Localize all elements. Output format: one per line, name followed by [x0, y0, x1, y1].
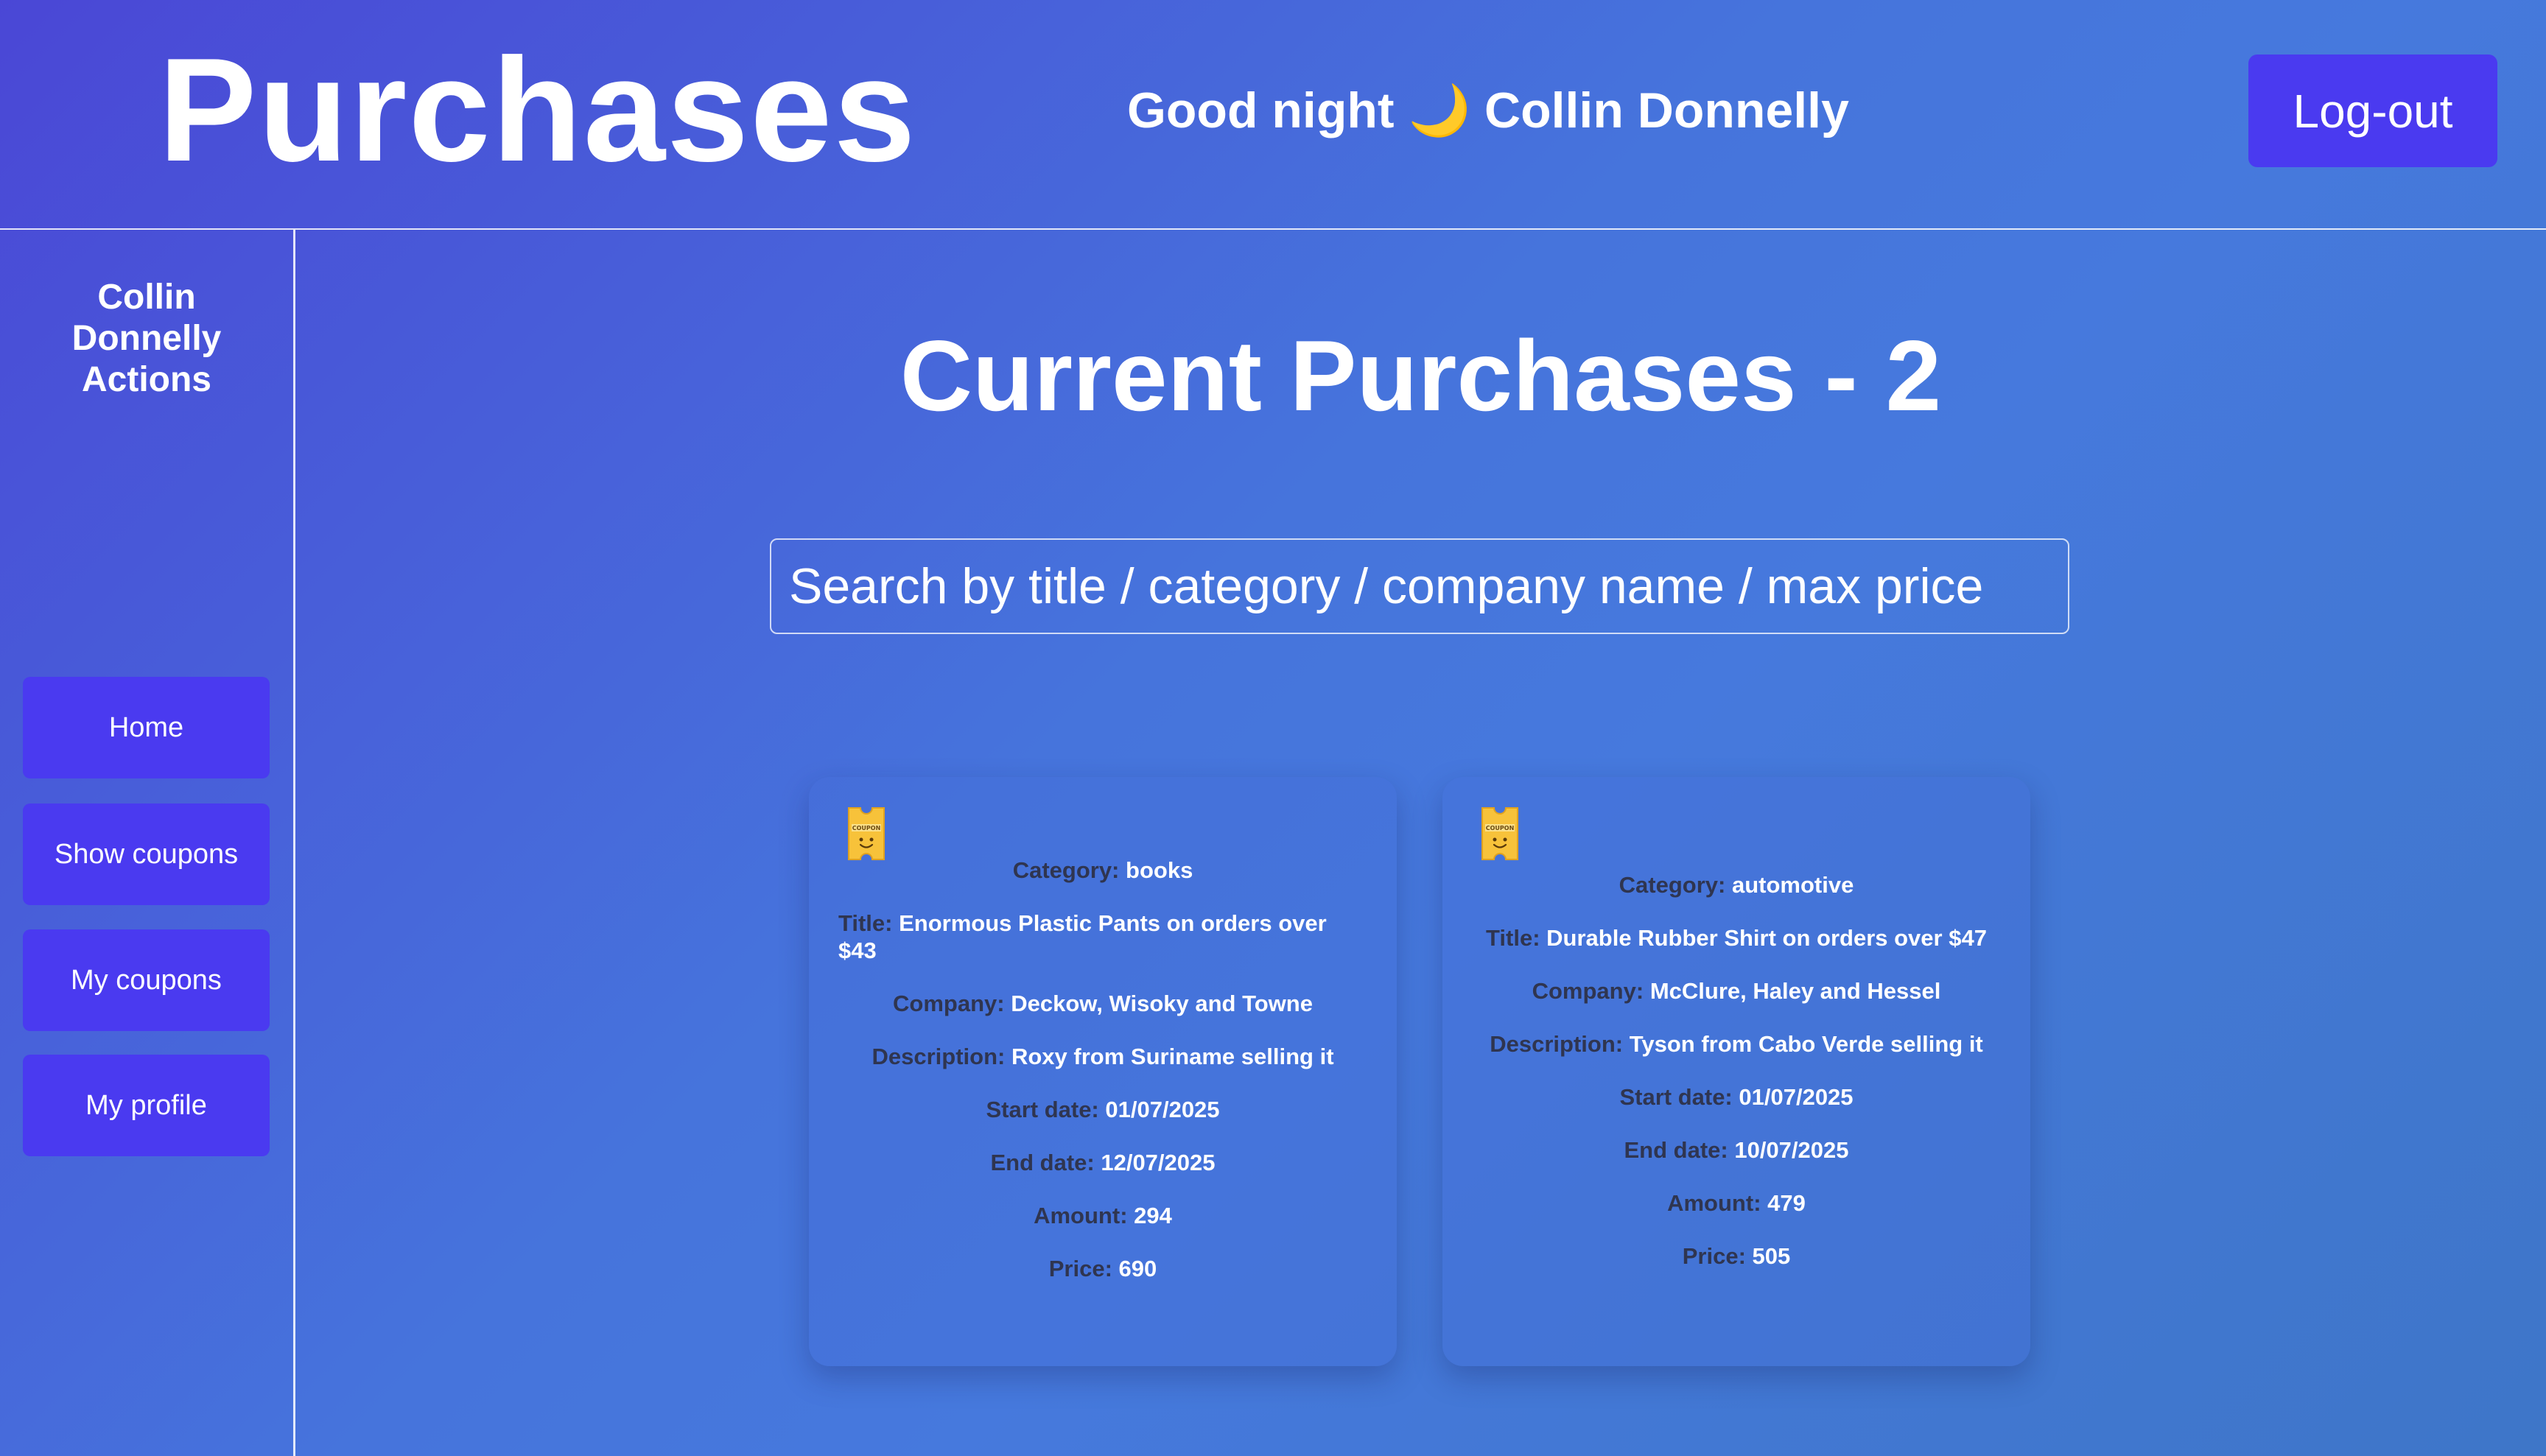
- page-title: Purchases: [158, 28, 917, 192]
- coupon-company: Company: McClure, Haley and Hessel: [1532, 978, 1941, 1004]
- logout-button[interactable]: Log-out: [2248, 54, 2497, 167]
- sidebar-item-my-coupons[interactable]: My coupons: [23, 929, 270, 1031]
- svg-text:COUPON: COUPON: [1486, 825, 1515, 831]
- svg-text:COUPON: COUPON: [852, 825, 881, 831]
- coupon-category: Category: automotive: [1619, 872, 1854, 898]
- coupon-amount: Amount: 294: [1034, 1203, 1172, 1228]
- coupon-card: COUPON Category: books Title: Enormous P…: [809, 777, 1397, 1366]
- sidebar-item-show-coupons[interactable]: Show coupons: [23, 803, 270, 905]
- coupon-fields: Category: books Title: Enormous Plastic …: [838, 857, 1367, 1308]
- coupon-fields: Category: automotive Title: Durable Rubb…: [1472, 871, 2001, 1295]
- coupon-amount: Amount: 479: [1667, 1190, 1806, 1216]
- coupon-icon: COUPON: [848, 807, 885, 860]
- coupon-start-date: Start date: 01/07/2025: [1619, 1084, 1854, 1110]
- coupon-end-date: End date: 10/07/2025: [1624, 1137, 1849, 1163]
- sidebar-item-home[interactable]: Home: [23, 677, 270, 778]
- search-input[interactable]: [770, 538, 2069, 634]
- coupon-icon: COUPON: [1481, 807, 1518, 860]
- section-title: Current Purchases - 2: [899, 320, 1942, 432]
- coupon-category: Category: books: [1012, 857, 1193, 883]
- coupon-end-date: End date: 12/07/2025: [990, 1150, 1216, 1175]
- coupon-description: Description: Roxy from Suriname selling …: [872, 1044, 1334, 1069]
- header: Purchases Good night 🌙 Collin Donnelly L…: [0, 0, 2546, 228]
- coupon-price: Price: 505: [1682, 1243, 1791, 1269]
- greeting-text: Good night 🌙 Collin Donnelly: [1127, 82, 1849, 138]
- coupon-description: Description: Tyson from Cabo Verde selli…: [1490, 1031, 1983, 1057]
- coupon-title: Title: Durable Rubber Shirt on orders ov…: [1486, 925, 1987, 951]
- sidebar-title: Collin Donnelly Actions: [71, 278, 222, 399]
- coupon-start-date: Start date: 01/07/2025: [986, 1097, 1220, 1122]
- coupon-company: Company: Deckow, Wisoky and Towne: [893, 991, 1313, 1016]
- coupon-card: COUPON Category: automotive Title: Durab…: [1442, 777, 2030, 1366]
- header-divider: [0, 228, 2546, 230]
- coupon-title: Title: Enormous Plastic Pants on orders …: [838, 910, 1327, 963]
- coupon-price: Price: 690: [1048, 1256, 1157, 1281]
- sidebar-item-my-profile[interactable]: My profile: [23, 1055, 270, 1156]
- sidebar: Collin Donnelly Actions Home Show coupon…: [0, 230, 293, 1456]
